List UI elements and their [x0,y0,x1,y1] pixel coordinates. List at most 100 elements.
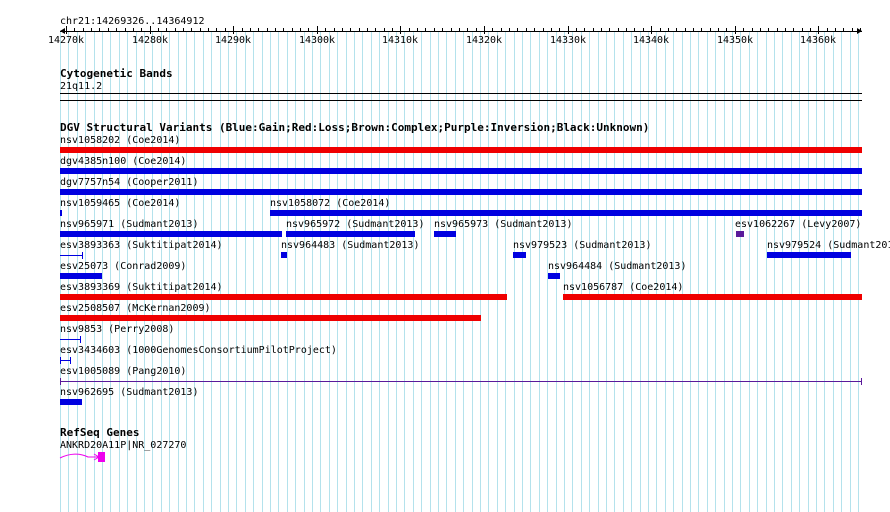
grid-line [287,31,288,512]
ruler-minor-tick [166,28,167,31]
variant-bar-dgv7757n54[interactable] [60,189,862,195]
ruler-minor-tick [308,28,309,31]
variant-bar-nsv965972[interactable] [286,231,415,237]
variant-label: nsv1058072 (Coe2014) [270,198,391,209]
variant-bar-nsv1059465[interactable] [60,210,62,216]
ruler-minor-tick [350,28,351,31]
variant-bar-nsv962695[interactable] [60,399,82,405]
variant-label: esv3434603 (1000GenomesConsortiumPilotPr… [60,345,337,356]
grid-line [833,31,834,512]
ruler-tick-label: 14330k [549,35,587,46]
variant-line-esv3893363[interactable] [60,255,83,256]
ruler-minor-tick [777,28,778,31]
variant-bar-nsv964484[interactable] [548,273,560,279]
variant-label: dgv7757n54 (Cooper2011) [60,177,199,188]
ruler-minor-tick [643,28,644,31]
ruler-tick-label: 14310k [381,35,419,46]
ruler-minor-tick [768,28,769,31]
grid-line [194,31,195,512]
ruler-minor-tick [785,28,786,31]
variant-label: nsv9853 (Perry2008) [60,324,175,335]
variant-bar-esv25073[interactable] [60,273,102,279]
variant-bar-nsv1058202[interactable] [60,147,862,153]
grid-line [203,31,204,512]
variant-bar-nsv1058072[interactable] [270,210,862,216]
grid-line [690,31,691,512]
variant-bar-nsv979524[interactable] [767,252,851,258]
ruler-minor-tick [551,28,552,31]
ruler-major-tick [233,26,234,34]
ruler-minor-tick [409,28,410,31]
variant-cap [60,378,61,385]
grid-line [782,31,783,512]
grid-line [472,31,473,512]
variant-bar-nsv965971[interactable] [60,231,282,237]
grid-line [446,31,447,512]
variant-label: nsv965973 (Sudmant2013) [434,219,573,230]
grid-line [850,31,851,512]
grid-line [270,31,271,512]
ruler-right-arrow-icon [857,28,862,34]
ruler-minor-tick [442,28,443,31]
variant-bar-nsv965973[interactable] [434,231,456,237]
ruler-major-tick [66,26,67,34]
ruler-minor-tick [200,28,201,31]
grid-line [724,31,725,512]
ruler-minor-tick [250,28,251,31]
ruler-tick-label: 14290k [214,35,252,46]
cytoband-band-top [60,93,862,94]
variant-bar-dgv4385n100[interactable] [60,168,862,174]
grid-line [228,31,229,512]
grid-line [539,31,540,512]
grid-line [841,31,842,512]
ruler-minor-tick [191,28,192,31]
ruler-minor-tick [810,28,811,31]
grid-line [530,31,531,512]
ruler-minor-tick [601,28,602,31]
gene-intron-line [59,453,98,459]
coordinate-range-label: chr21:14269326..14364912 [60,16,205,27]
grid-line [715,31,716,512]
grid-line [505,31,506,512]
ruler-minor-tick [492,28,493,31]
ruler-minor-tick [392,28,393,31]
ruler-major-tick [735,26,736,34]
ruler-minor-tick [108,28,109,31]
variant-cap [82,252,83,259]
grid-line [278,31,279,512]
grid-line [766,31,767,512]
variant-bar-esv1062267[interactable] [736,231,744,237]
grid-line [732,31,733,512]
ruler-major-tick [150,26,151,34]
grid-line [354,31,355,512]
ruler-minor-tick [517,28,518,31]
ruler-minor-tick [99,28,100,31]
cytoband-label: 21q11.2 [60,81,103,92]
variant-label: nsv1056787 (Coe2014) [563,282,684,293]
ruler-minor-tick [559,28,560,31]
ruler-minor-tick [83,28,84,31]
grid-line [295,31,296,512]
variant-bar-esv2508507[interactable] [60,315,481,321]
gene-model-ankrd20a11p[interactable] [58,451,118,465]
variant-line-esv1005089[interactable] [60,381,862,382]
ruler-minor-tick [760,28,761,31]
ruler-minor-tick [668,28,669,31]
variant-line-nsv9853[interactable] [60,339,81,340]
ruler-minor-tick [802,28,803,31]
ruler-minor-tick [693,28,694,31]
ruler-minor-tick [116,28,117,31]
variant-bar-nsv1056787[interactable] [563,294,862,300]
ruler-minor-tick [133,28,134,31]
grid-line [320,31,321,512]
ruler-minor-tick [459,28,460,31]
grid-line [329,31,330,512]
ruler-minor-tick [793,28,794,31]
variant-bar-esv3893369[interactable] [60,294,507,300]
grid-line [799,31,800,512]
variant-bar-nsv964483[interactable] [281,252,287,258]
ruler-minor-tick [292,28,293,31]
variant-bar-nsv979523[interactable] [513,252,526,258]
ruler-minor-tick [827,28,828,31]
variant-cap [861,378,862,385]
